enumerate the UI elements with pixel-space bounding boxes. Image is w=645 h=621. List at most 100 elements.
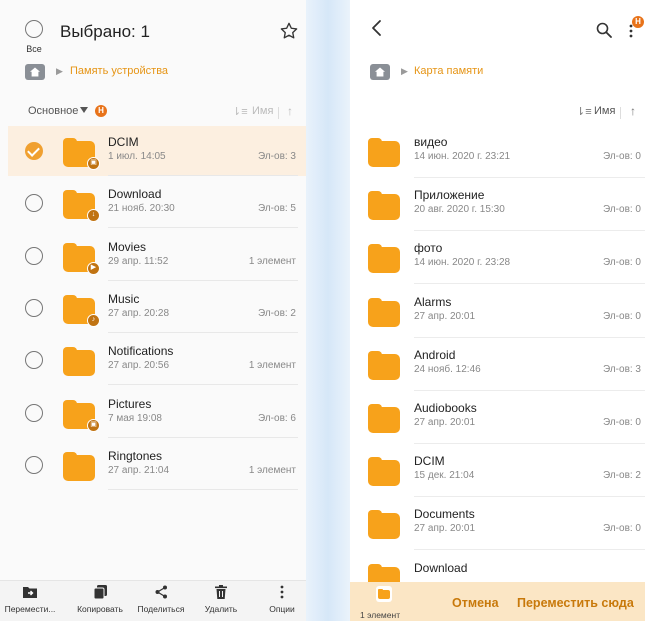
search-icon[interactable]	[596, 22, 612, 38]
more-vertical-icon	[252, 585, 306, 601]
item-date: 7 мая 19:08	[108, 412, 162, 424]
list-item[interactable]: Android 24 нояб. 12:46 Эл-ов: 3	[350, 339, 645, 391]
item-name: Приложение	[414, 188, 485, 203]
item-count: Эл-ов: 2	[257, 307, 296, 319]
item-date: 20 авг. 2020 г. 15:30	[414, 204, 505, 216]
folder-icon	[368, 189, 402, 221]
select-all-label: Все	[26, 44, 42, 54]
new-badge: Н	[95, 105, 107, 117]
pane-divider	[306, 0, 350, 621]
item-checkbox[interactable]	[25, 246, 43, 265]
sort-bar: Основное Н ⇂≡ Имя ↑	[0, 101, 306, 123]
item-date: 21 нояб. 20:30	[108, 203, 175, 215]
list-item[interactable]: Notifications 27 апр. 20:56 1 элемент	[8, 335, 306, 386]
trash-icon	[191, 585, 251, 601]
item-checkbox[interactable]	[25, 351, 43, 370]
list-item[interactable]: ↓ Download 21 нояб. 20:30 Эл-ов: 5	[8, 178, 306, 229]
item-name: Documents	[414, 507, 475, 522]
list-item[interactable]: ▣ Pictures 7 мая 19:08 Эл-ов: 6	[8, 388, 306, 438]
folder-icon: ▣	[63, 398, 100, 432]
list-item[interactable]: фото 14 июн. 2020 г. 23:28 Эл-ов: 0	[350, 232, 645, 285]
item-name: Android	[414, 347, 456, 362]
row-divider	[108, 331, 298, 333]
arrow-up-icon[interactable]: ↑	[630, 104, 636, 118]
folder-icon	[368, 296, 402, 327]
move-here-button[interactable]: Переместить сюда	[517, 596, 634, 610]
filter-dropdown-label[interactable]: Основное	[28, 105, 78, 117]
folder-icon	[368, 349, 402, 380]
item-date: 29 апр. 11:52	[108, 255, 169, 267]
list-item[interactable]: Приложение 20 авг. 2020 г. 15:30 Эл-ов: 0	[350, 179, 645, 232]
sort-order-icon[interactable]: ⇂≡	[576, 105, 592, 118]
selected-count: 1 элемент	[360, 610, 401, 620]
item-checkbox[interactable]	[25, 298, 43, 317]
arrow-up-icon[interactable]: ↑	[287, 104, 293, 118]
sort-divider	[620, 107, 621, 119]
list-item[interactable]: DCIM 15 дек. 21:04 Эл-ов: 2	[350, 445, 645, 498]
breadcrumb-current[interactable]: Память устройства	[70, 65, 168, 77]
sort-field-label[interactable]: Имя	[594, 105, 615, 117]
item-count: Эл-ов: 0	[602, 204, 641, 216]
item-date: 27 апр. 21:04	[108, 464, 170, 476]
back-arrow-icon[interactable]	[370, 18, 384, 38]
home-icon[interactable]	[25, 64, 45, 80]
home-icon[interactable]	[370, 64, 390, 80]
list-item[interactable]: Audiobooks 27 апр. 20:01 Эл-ов: 0	[350, 392, 645, 444]
item-checkbox[interactable]	[25, 194, 43, 213]
item-name: DCIM	[414, 454, 445, 469]
item-count: Эл-ов: 3	[257, 151, 296, 162]
row-divider	[108, 436, 298, 438]
star-icon[interactable]	[279, 21, 299, 41]
list-item[interactable]: видео 14 июн. 2020 г. 23:21 Эл-ов: 0	[350, 126, 645, 178]
move-label: Перемести...	[4, 604, 56, 614]
list-item[interactable]: Documents 27 апр. 20:01 Эл-ов: 0	[350, 498, 645, 551]
share-label: Поделиться	[137, 604, 185, 614]
folder-icon	[368, 136, 402, 167]
selection-header: Все Выбрано: 1	[0, 0, 306, 56]
folder-type-badge-icon: ▶	[87, 261, 100, 275]
item-name: Download	[108, 187, 162, 202]
item-checkbox[interactable]	[25, 142, 43, 160]
sort-order-icon[interactable]: ⇂≡	[232, 105, 248, 118]
item-name: Movies	[108, 239, 147, 254]
delete-button[interactable]: Удалить	[191, 585, 251, 614]
share-button[interactable]: Поделиться	[131, 585, 191, 614]
item-date: 1 июл. 14:05	[108, 151, 166, 162]
item-count: Эл-ов: 0	[602, 151, 641, 162]
item-date: 27 апр. 20:56	[108, 360, 170, 372]
item-count: Эл-ов: 3	[602, 363, 641, 375]
item-date: 24 нояб. 12:46	[414, 363, 481, 375]
item-date: 27 апр. 20:01	[414, 417, 476, 428]
row-divider	[108, 279, 298, 281]
item-name: Download	[414, 560, 468, 575]
item-date: 27 апр. 20:28	[108, 307, 170, 319]
list-item[interactable]: ▶ Movies 29 апр. 11:52 1 элемент	[8, 231, 306, 281]
item-checkbox[interactable]	[25, 455, 43, 474]
folder-icon	[63, 345, 97, 377]
select-all-toggle[interactable]: Все	[20, 20, 48, 54]
list-item[interactable]: Alarms 27 апр. 20:01 Эл-ов: 0	[350, 286, 645, 338]
cancel-button[interactable]: Отмена	[452, 596, 499, 610]
row-divider	[414, 230, 645, 232]
item-checkbox[interactable]	[25, 403, 43, 422]
selection-title: Выбрано: 1	[60, 22, 150, 41]
list-item[interactable]: ♪ Music 27 апр. 20:28 Эл-ов: 2	[8, 283, 306, 333]
move-icon	[0, 585, 60, 601]
source-pane: Все Выбрано: 1 ▶ Память устройства Основ…	[0, 0, 306, 621]
caret-down-icon[interactable]	[80, 107, 88, 113]
list-item[interactable]: ▣ DCIM 1 июл. 14:05 Эл-ов: 3	[8, 126, 306, 176]
copy-icon	[70, 585, 130, 601]
move-button[interactable]: Перемести...	[0, 585, 60, 614]
options-button[interactable]: Опции	[252, 585, 306, 614]
item-count: 1 элемент	[248, 464, 296, 476]
row-divider	[414, 283, 645, 285]
item-date: 27 апр. 20:01	[414, 523, 476, 535]
copy-button[interactable]: Копировать	[70, 585, 130, 614]
breadcrumb-current[interactable]: Карта памяти	[414, 65, 483, 77]
sort-field-label[interactable]: Имя	[252, 105, 273, 117]
item-count: Эл-ов: 0	[602, 310, 641, 322]
select-all-checkbox[interactable]	[25, 20, 43, 38]
list-item[interactable]: Ringtones 27 апр. 21:04 1 элемент	[8, 440, 306, 490]
row-divider	[108, 175, 298, 176]
item-date: 14 июн. 2020 г. 23:28	[414, 257, 511, 269]
